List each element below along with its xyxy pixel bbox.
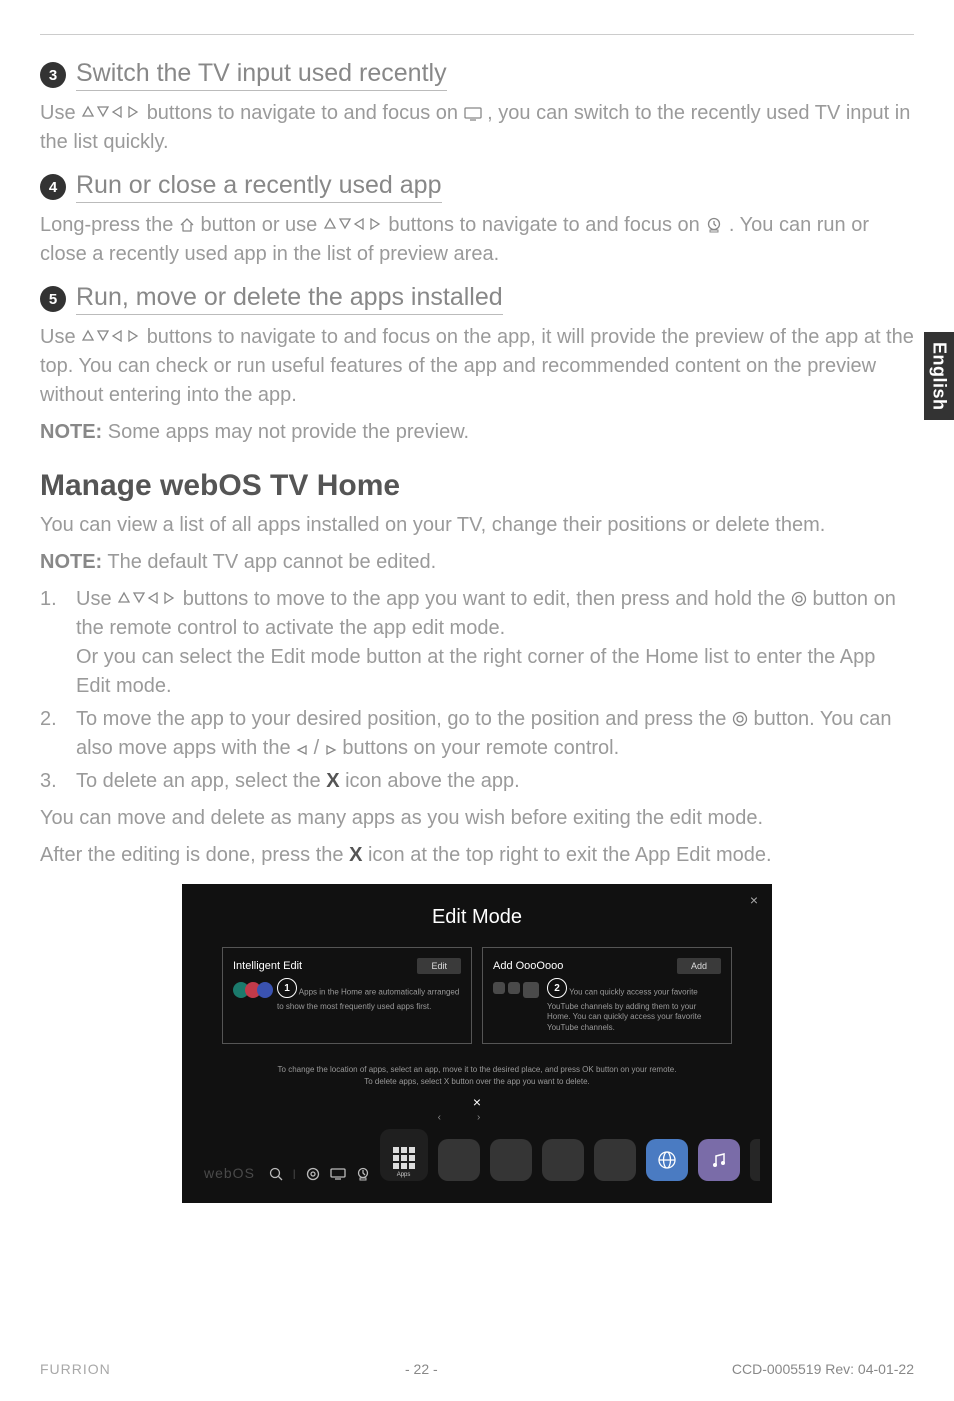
webos-logo: webOS bbox=[204, 1165, 255, 1181]
app-tile[interactable] bbox=[542, 1139, 584, 1181]
step-1: Use buttons to move to the app you want … bbox=[40, 585, 914, 701]
badge-5: 5 bbox=[40, 286, 66, 312]
step-2: To move the app to your desired position… bbox=[40, 705, 914, 763]
card1-title: Intelligent Edit bbox=[233, 960, 302, 972]
section-5-body: Use buttons to navigate to and focus on … bbox=[40, 323, 914, 410]
callout-2: 2 bbox=[547, 978, 567, 998]
card2-desc: 2 You can quickly access your favorite Y… bbox=[547, 982, 721, 1033]
tv-input-icon[interactable] bbox=[330, 1168, 346, 1180]
app-tile[interactable] bbox=[750, 1139, 760, 1181]
manage-note: NOTE: The default TV app cannot be edite… bbox=[40, 548, 914, 577]
page-footer: FURRION - 22 - CCD-0005519 Rev: 04-01-22 bbox=[40, 1361, 914, 1377]
apps-label: Apps bbox=[397, 1172, 411, 1178]
color-blobs-icon bbox=[233, 982, 269, 998]
nav-arrows-icon bbox=[81, 328, 141, 344]
nav-arrows-icon bbox=[117, 590, 177, 606]
badge-4: 4 bbox=[40, 174, 66, 200]
tiles-icon bbox=[493, 982, 539, 998]
brand-logo: FURRION bbox=[40, 1361, 111, 1377]
ok-button-icon bbox=[791, 591, 807, 607]
right-arrow-icon bbox=[325, 744, 337, 756]
revision-label: CCD-0005519 Rev: 04-01-22 bbox=[732, 1361, 914, 1377]
section-5-title: Run, move or delete the apps installed bbox=[76, 283, 503, 315]
card1-desc: 1 Apps in the Home are automatically arr… bbox=[277, 982, 461, 1012]
manage-outro-2: After the editing is done, press the X i… bbox=[40, 841, 914, 870]
note-label: NOTE: bbox=[40, 551, 102, 573]
step-3: To delete an app, select the X icon abov… bbox=[40, 767, 914, 796]
app-tile[interactable] bbox=[594, 1139, 636, 1181]
nav-arrows-icon bbox=[323, 216, 383, 232]
section-4-body: Long-press the button or use buttons to … bbox=[40, 211, 914, 269]
globe-icon bbox=[657, 1150, 677, 1170]
app-dock: webOS | Apps bbox=[204, 1129, 750, 1181]
instructions: To change the location of apps, select a… bbox=[204, 1064, 750, 1088]
music-tile[interactable] bbox=[698, 1139, 740, 1181]
section-5-note: NOTE: Some apps may not provide the prev… bbox=[40, 418, 914, 447]
language-label: English bbox=[929, 342, 950, 411]
section-3-title: Switch the TV input used recently bbox=[76, 59, 447, 91]
section-3-body: Use buttons to navigate to and focus on … bbox=[40, 99, 914, 157]
section-4-title: Run or close a recently used app bbox=[76, 171, 442, 203]
top-divider bbox=[40, 34, 914, 35]
recent-app-icon bbox=[705, 217, 723, 233]
search-icon[interactable] bbox=[269, 1167, 283, 1181]
ok-button-icon bbox=[732, 711, 748, 727]
close-icon[interactable]: × bbox=[750, 892, 758, 908]
move-arrows-icon: ‹› bbox=[204, 1112, 750, 1123]
dock-actions: | bbox=[269, 1167, 370, 1181]
manual-page: English 3 Switch the TV input used recen… bbox=[0, 0, 954, 1401]
browser-tile[interactable] bbox=[646, 1139, 688, 1181]
manage-outro-1: You can move and delete as many apps as … bbox=[40, 804, 914, 833]
x-icon-label: X bbox=[326, 770, 339, 792]
music-note-icon bbox=[710, 1151, 728, 1169]
section-4-heading: 4 Run or close a recently used app bbox=[40, 171, 914, 203]
left-arrow-icon bbox=[296, 744, 308, 756]
edit-mode-title: Edit Mode bbox=[204, 906, 750, 929]
apps-tile[interactable]: Apps bbox=[380, 1129, 428, 1181]
cards-row: Intelligent Edit Edit 1 Apps in the Home… bbox=[204, 947, 750, 1044]
steps-list: Use buttons to move to the app you want … bbox=[40, 585, 914, 796]
badge-3: 3 bbox=[40, 62, 66, 88]
add-button[interactable]: Add bbox=[677, 958, 721, 974]
tv-input-icon bbox=[464, 107, 482, 121]
edit-mode-screenshot: × Edit Mode Intelligent Edit Edit 1 Apps bbox=[182, 884, 772, 1203]
recent-app-icon[interactable] bbox=[356, 1167, 370, 1181]
page-number: - 22 - bbox=[405, 1361, 438, 1377]
manage-title: Manage webOS TV Home bbox=[40, 469, 914, 503]
section-5-heading: 5 Run, move or delete the apps installed bbox=[40, 283, 914, 315]
app-tile[interactable] bbox=[490, 1139, 532, 1181]
app-tile[interactable] bbox=[438, 1139, 480, 1181]
delete-x-icon[interactable]: × bbox=[204, 1094, 750, 1110]
card2-title: Add OooOooo bbox=[493, 960, 563, 972]
x-icon-label: X bbox=[349, 844, 362, 866]
nav-arrows-icon bbox=[81, 104, 141, 120]
add-channel-card: Add OooOooo Add 2 You can quickly access… bbox=[482, 947, 732, 1044]
section-3-heading: 3 Switch the TV input used recently bbox=[40, 59, 914, 91]
home-icon bbox=[179, 217, 195, 233]
gear-icon[interactable] bbox=[306, 1167, 320, 1181]
intelligent-edit-card: Intelligent Edit Edit 1 Apps in the Home… bbox=[222, 947, 472, 1044]
note-label: NOTE: bbox=[40, 421, 102, 443]
edit-button[interactable]: Edit bbox=[417, 958, 461, 974]
manage-intro: You can view a list of all apps installe… bbox=[40, 511, 914, 540]
callout-1: 1 bbox=[277, 978, 297, 998]
language-side-tab: English bbox=[924, 332, 954, 420]
